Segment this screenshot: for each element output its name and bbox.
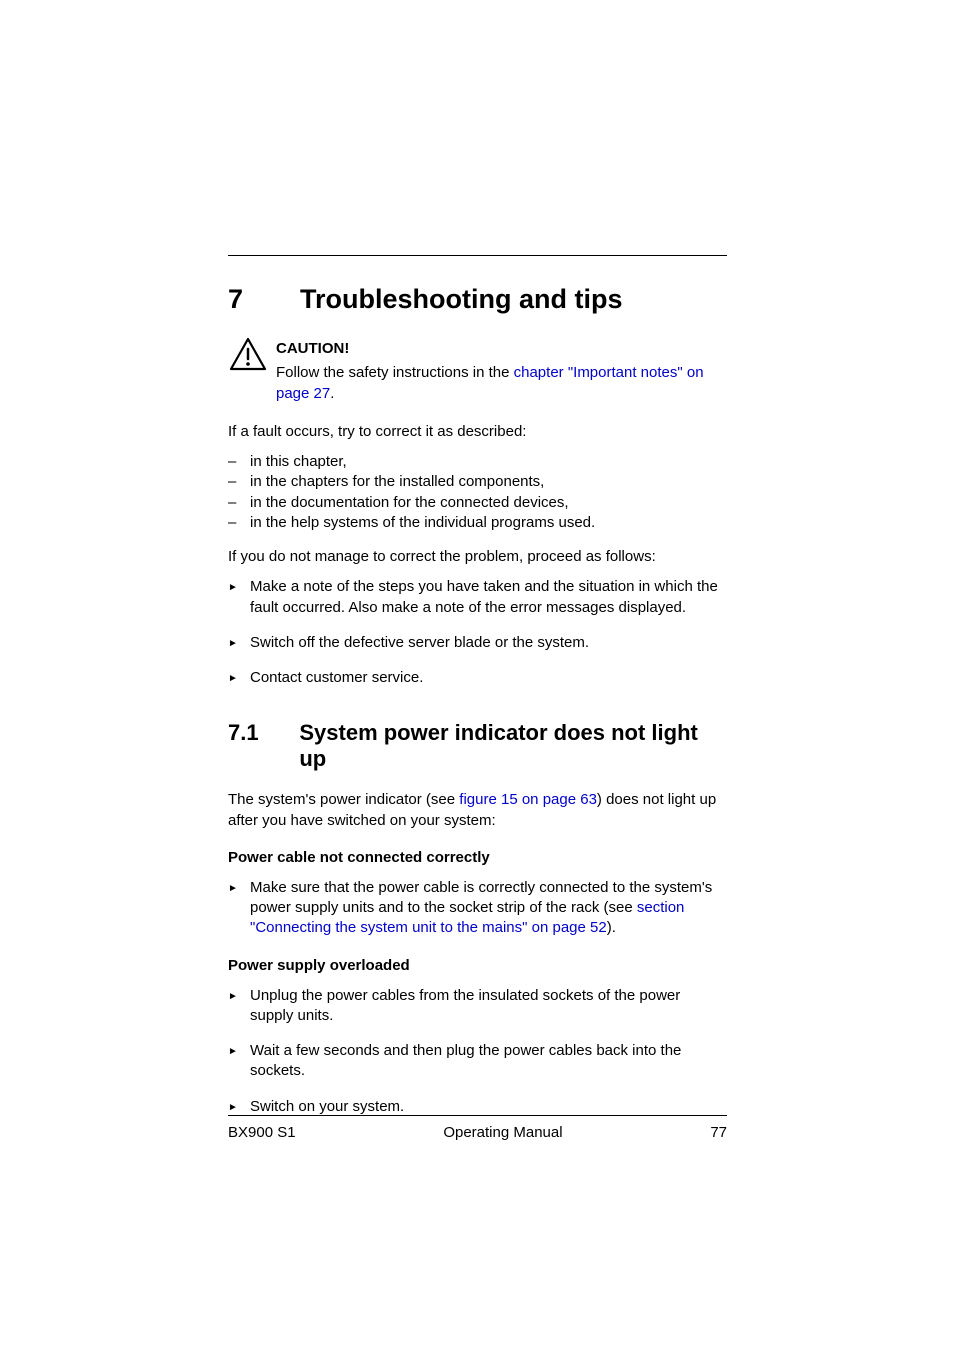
proceed-paragraph: If you do not manage to correct the prob… [228,547,727,567]
page-footer: BX900 S1 Operating Manual 77 [228,1115,727,1141]
section-heading: 7.1 System power indicator does not ligh… [228,720,727,772]
caution-body-before: Follow the safety instructions in the [276,364,514,381]
arrow-list-sub2: Unplug the power cables from the insulat… [228,986,727,1117]
caution-label: CAUTION! [276,339,727,359]
sub-heading-1: Power cable not connected correctly [228,849,727,866]
chapter-title: Troubleshooting and tips [300,284,622,315]
list-item: in the chapters for the installed compon… [228,472,727,492]
figure-link[interactable]: figure 15 on page 63 [459,791,597,808]
section-title: System power indicator does not light up [299,720,727,772]
list-item: in the documentation for the connected d… [228,493,727,513]
list-item: Contact customer service. [228,668,727,688]
page-content: 7 Troubleshooting and tips CAUTION! Foll… [0,0,954,1351]
dash-list: in this chapter, in the chapters for the… [228,452,727,533]
caution-block: CAUTION! Follow the safety instructions … [228,339,727,404]
footer-page-number: 77 [710,1124,727,1141]
section-number: 7.1 [228,720,299,746]
footer-row: BX900 S1 Operating Manual 77 [228,1124,727,1141]
caution-text: CAUTION! Follow the safety instructions … [276,339,727,404]
list-item: Switch off the defective server blade or… [228,633,727,653]
chapter-number: 7 [228,284,300,315]
caution-body-after: . [330,385,334,402]
list-item: in the help systems of the individual pr… [228,513,727,533]
list-item: Wait a few seconds and then plug the pow… [228,1041,727,1082]
section-paragraph: The system's power indicator (see figure… [228,790,727,831]
arrow-list-1: Make a note of the steps you have taken … [228,577,727,688]
footer-rule [228,1115,727,1116]
chapter-heading: 7 Troubleshooting and tips [228,284,727,315]
sub-heading-2: Power supply overloaded [228,957,727,974]
list-item: in this chapter, [228,452,727,472]
arrow-list-sub1: Make sure that the power cable is correc… [228,878,727,939]
list-item: Make sure that the power cable is correc… [228,878,727,939]
list-item: Make a note of the steps you have taken … [228,577,727,618]
section-para-before: The system's power indicator (see [228,791,459,808]
footer-left: BX900 S1 [228,1124,296,1141]
top-rule [228,255,727,256]
list-item: Unplug the power cables from the insulat… [228,986,727,1027]
warning-icon [228,337,268,378]
list-item: Switch on your system. [228,1097,727,1117]
intro-paragraph: If a fault occurs, try to correct it as … [228,422,727,442]
item-text-after: ). [607,919,616,936]
footer-center: Operating Manual [296,1124,711,1141]
